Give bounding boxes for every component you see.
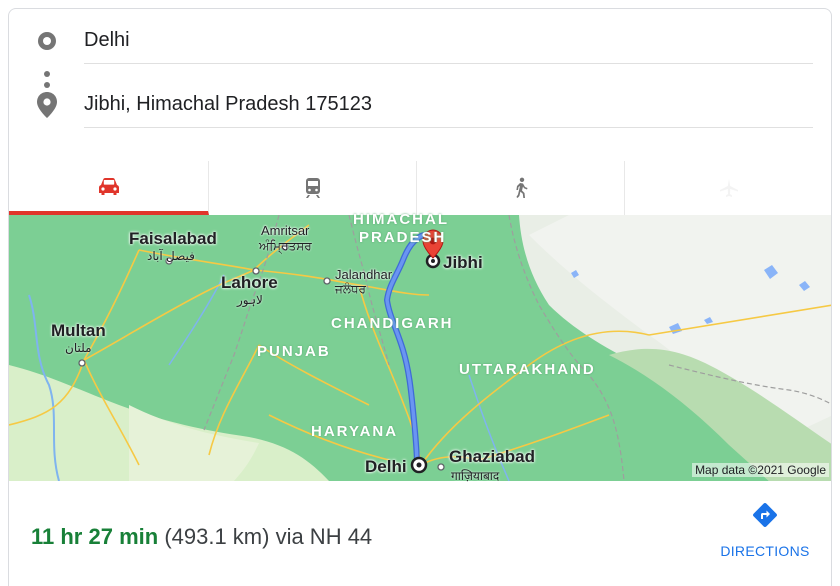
- origin-circle-icon: [29, 23, 65, 59]
- map-label-lahore-local: لاہور: [237, 293, 263, 307]
- map-label-ghaziabad-local: गाज़ियाबाद: [451, 469, 500, 483]
- map-label-multan-local: ملتان: [65, 341, 92, 355]
- map-label-chandigarh: CHANDIGARH: [331, 315, 454, 332]
- car-icon: [98, 178, 119, 195]
- map-label-haryana: HARYANA: [311, 423, 399, 440]
- destination-pin-icon: [29, 87, 65, 123]
- travel-mode-tabs: [9, 161, 831, 215]
- flight-icon: [720, 179, 738, 197]
- tab-walking[interactable]: [417, 161, 625, 215]
- map-attribution: Map data ©2021 Google: [692, 463, 829, 477]
- route-duration: 11 hr 27 min: [31, 524, 159, 549]
- origin-input[interactable]: Delhi: [84, 27, 813, 64]
- map-label-faisalabad: Faisalabad: [129, 229, 217, 248]
- map-label-amritsar: Amritsar: [261, 223, 310, 238]
- map-label-amritsar-local: ਅੰਮ੍ਰਿਤਸਰ: [259, 239, 312, 253]
- map-label-lahore: Lahore: [221, 273, 278, 292]
- walk-icon: [515, 177, 527, 198]
- tab-transit[interactable]: [209, 161, 417, 215]
- map-label-faisalabad-local: فیصل آباد: [147, 249, 195, 263]
- origin-row: Delhi: [9, 9, 831, 69]
- directions-card: Delhi Jibhi, Himachal Pradesh 175123 HIM…: [8, 8, 832, 586]
- tab-driving[interactable]: [9, 161, 209, 215]
- directions-icon: [753, 503, 777, 527]
- map-label-pradesh: PRADESH: [359, 229, 447, 246]
- map-label-jibhi: Jibhi: [443, 253, 483, 272]
- directions-label: DIRECTIONS: [720, 543, 810, 559]
- map-label-ghaziabad: Ghaziabad: [449, 447, 535, 466]
- tab-flight[interactable]: [625, 161, 831, 215]
- directions-button[interactable]: DIRECTIONS: [709, 501, 821, 571]
- map-label-delhi: Delhi: [365, 457, 407, 476]
- route-summary: 11 hr 27 min (493.1 km) via NH 44: [31, 523, 372, 551]
- map-label-uttarakhand: UTTARAKHAND: [459, 361, 596, 378]
- train-icon: [305, 178, 320, 198]
- map-label-jalandhar-local: ਜਲੰਧਰ: [335, 282, 366, 296]
- route-map[interactable]: HIMACHAL PRADESH CHANDIGARH PUNJAB UTTAR…: [9, 211, 831, 483]
- map-label-jalandhar: Jalandhar: [335, 267, 393, 282]
- destination-row: Jibhi, Himachal Pradesh 175123: [9, 73, 831, 133]
- map-label-himachal: HIMACHAL: [353, 211, 449, 228]
- destination-input[interactable]: Jibhi, Himachal Pradesh 175123: [84, 91, 813, 128]
- route-details: (493.1 km) via NH 44: [164, 524, 373, 549]
- map-canvas: [9, 215, 831, 481]
- map-label-punjab: PUNJAB: [257, 343, 331, 360]
- map-label-multan: Multan: [51, 321, 106, 340]
